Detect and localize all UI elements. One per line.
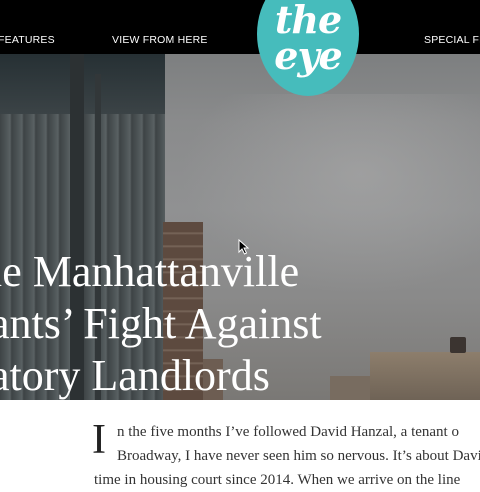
mouse-pointer-icon [238,239,250,255]
distant-building [330,376,375,400]
nav-link-special-features[interactable]: SPECIAL FEAT [424,34,480,46]
logo-text-eye: eye [274,33,342,78]
headline-line-2: ants’ Fight Against [0,299,322,348]
nav-link-view-from-here[interactable]: VIEW FROM HERE [112,34,208,46]
article-paragraph: n the five months I’ve followed David Ha… [117,420,480,468]
article-body: I n the five months I’ve followed David … [0,400,480,488]
article-headline: le Manhattanville ants’ Fight Against at… [0,246,322,400]
paragraph-line-3: time in housing court since 2014. When w… [94,472,461,488]
drop-cap: I [92,417,106,463]
headline-line-3: atory Landlords [0,351,270,400]
water-tank [450,337,466,353]
hero-image: le Manhattanville ants’ Fight Against at… [0,54,480,400]
nav-link-features[interactable]: FEATURES [0,34,55,46]
paragraph-line-1: n the five months I’ve followed David Ha… [117,424,459,440]
paragraph-line-2: Broadway, I have never seen him so nervo… [117,448,480,464]
top-nav-bar: FEATURES VIEW FROM HERE SPECIAL FEAT [0,0,480,54]
right-building [370,352,480,400]
headline-line-1: le Manhattanville [0,247,300,296]
